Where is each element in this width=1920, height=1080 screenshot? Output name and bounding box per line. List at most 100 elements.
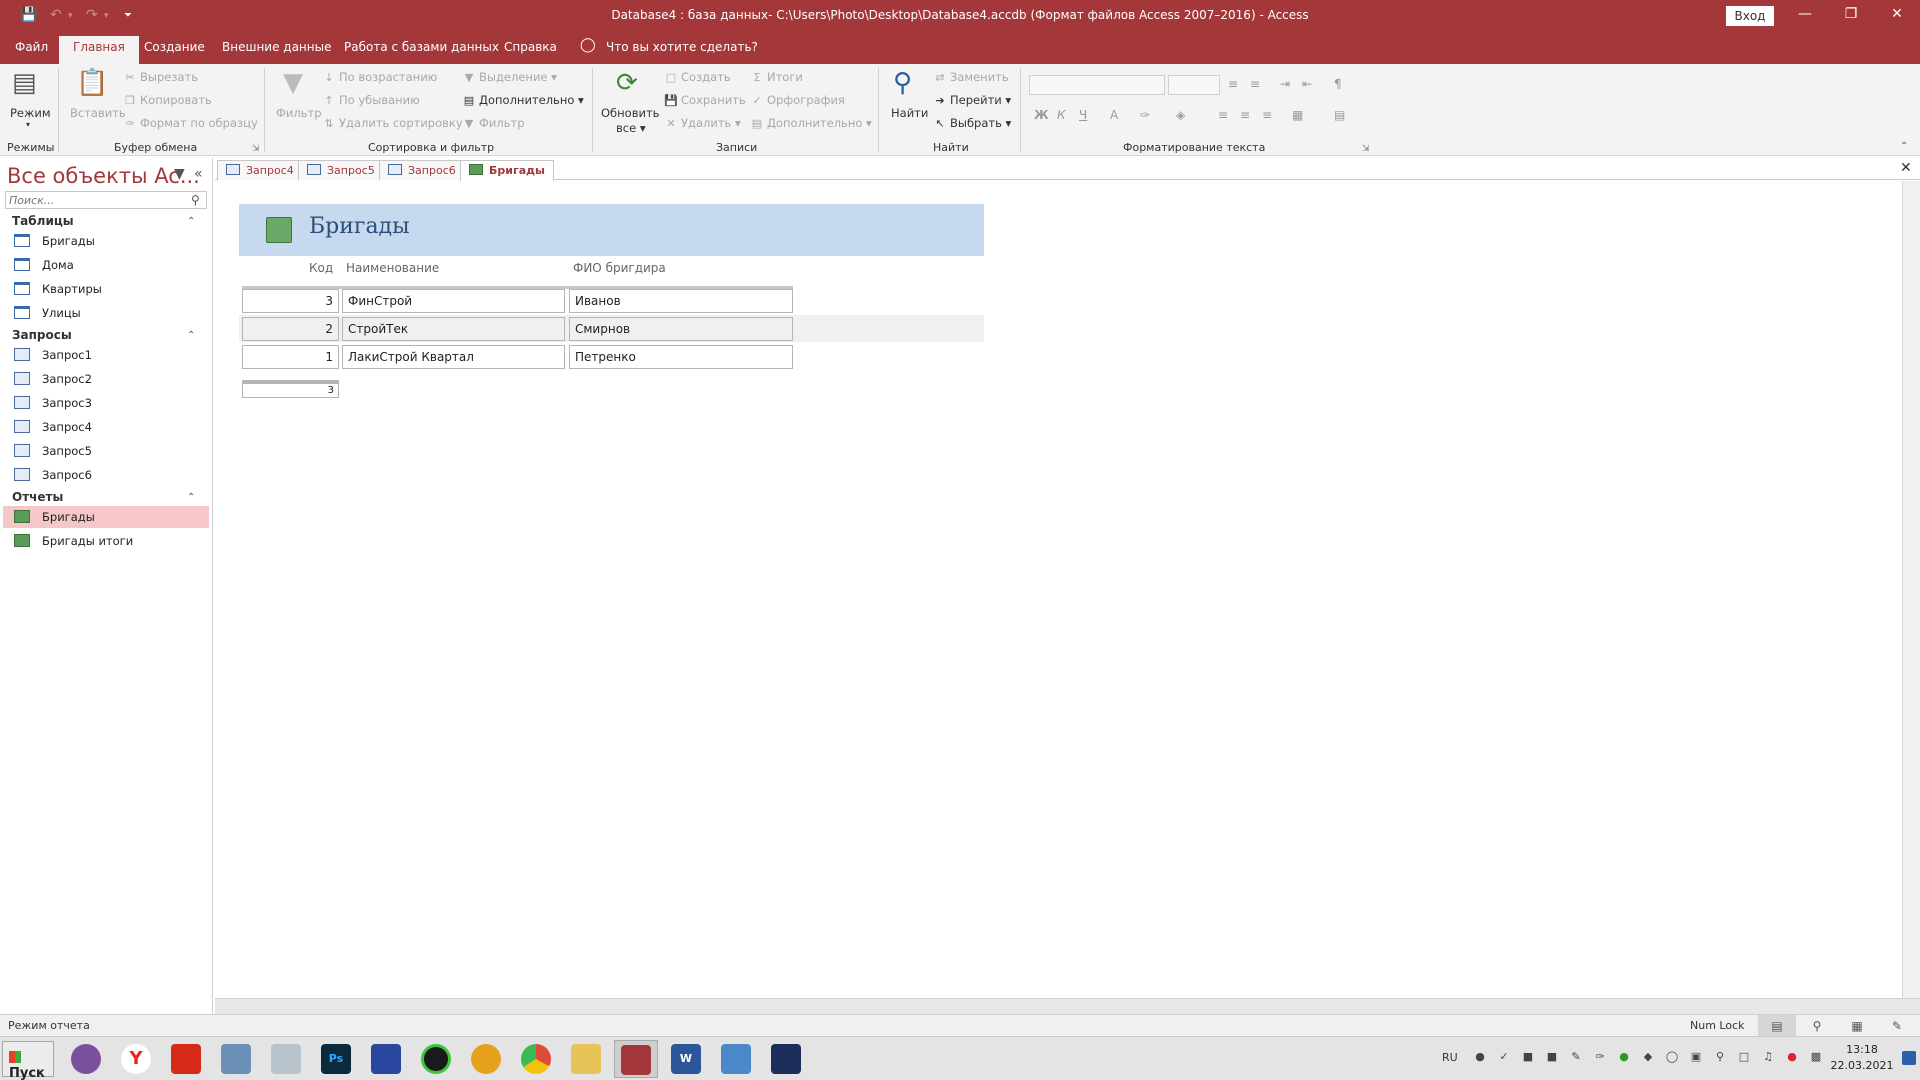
tray-browser-icon[interactable]: ●	[1472, 1050, 1488, 1066]
tab-database-tools[interactable]: Работа с базами данных	[344, 40, 499, 54]
remove-sort-button[interactable]: ⇅ Удалить сортировку	[322, 116, 462, 130]
chevron-up-icon[interactable]: ⌃	[187, 492, 195, 503]
access-icon[interactable]	[614, 1040, 658, 1078]
minimize-button[interactable]: —	[1782, 6, 1828, 22]
tray-network-icon[interactable]: ▩	[1808, 1050, 1824, 1066]
toggle-filter-button[interactable]: ▼ Фильтр	[462, 116, 525, 130]
sort-descending-button[interactable]: ↑ По убыванию	[322, 93, 419, 107]
nav-item-query5[interactable]: Запрос5	[3, 440, 209, 462]
font-size-select[interactable]	[1168, 75, 1220, 95]
tray-app-icon[interactable]: ■	[1520, 1050, 1536, 1066]
nav-menu-dropdown-icon[interactable]: ▼	[174, 166, 185, 182]
more-records-button[interactable]: ▤ Дополнительно ▾	[750, 116, 872, 130]
find-icon[interactable]: ⚲	[893, 68, 912, 98]
nav-group-queries[interactable]: Запросы	[12, 328, 72, 342]
copy-button[interactable]: ❐ Копировать	[123, 93, 212, 107]
filter-icon[interactable]: ▼	[283, 68, 303, 98]
tray-pen-icon[interactable]: ✑	[1592, 1050, 1608, 1066]
paste-icon[interactable]: 📋	[76, 68, 108, 98]
nav-group-tables[interactable]: Таблицы	[12, 214, 74, 228]
tray-volume-icon[interactable]: ♫	[1760, 1050, 1776, 1066]
tab-help[interactable]: Справка	[504, 40, 557, 54]
replace-button[interactable]: ⇄ Заменить	[933, 70, 1008, 84]
italic-button[interactable]: К	[1057, 108, 1066, 122]
paragraph-direction-icon[interactable]: ¶	[1334, 77, 1342, 91]
tray-save-icon[interactable]: ■	[1544, 1050, 1560, 1066]
tell-me-input[interactable]: Что вы хотите сделать?	[606, 40, 758, 54]
view-mode-dropdown-icon[interactable]: ▾	[26, 120, 30, 129]
selection-button[interactable]: ▼ Выделение ▾	[462, 70, 557, 84]
gridlines-icon[interactable]: ▦	[1292, 108, 1303, 122]
numbering-icon[interactable]: ≡	[1250, 77, 1260, 91]
language-indicator[interactable]: RU	[1442, 1051, 1458, 1064]
tray-check-icon[interactable]: ✓	[1496, 1050, 1512, 1066]
find-button[interactable]: Найти	[891, 106, 928, 120]
start-button[interactable]: Пуск	[2, 1041, 54, 1080]
photoshop-icon[interactable]: Ps	[314, 1040, 358, 1078]
paint-icon[interactable]	[714, 1040, 758, 1078]
select-button[interactable]: ↖ Выбрать ▾	[933, 116, 1011, 130]
nav-item-query6[interactable]: Запрос6	[3, 464, 209, 486]
doc-tab-query5[interactable]: Запрос5	[298, 160, 384, 180]
view-mode-icon[interactable]: ▤	[12, 68, 37, 98]
collapse-ribbon-icon[interactable]: ⌃	[1900, 141, 1908, 152]
floppy-app-icon[interactable]	[364, 1040, 408, 1078]
chevron-up-icon[interactable]: ⌃	[187, 216, 195, 227]
nav-group-reports[interactable]: Отчеты	[12, 490, 63, 504]
paste-button[interactable]: Вставить	[70, 106, 126, 120]
bold-button[interactable]: Ж	[1034, 108, 1049, 122]
new-record-button[interactable]: □ Создать	[664, 70, 731, 84]
doc-tab-report-brigady[interactable]: Бригады	[460, 160, 554, 181]
tray-search-icon[interactable]: ⚲	[1712, 1050, 1728, 1066]
nav-item-table-brigady[interactable]: Бригады	[3, 230, 209, 252]
horizontal-scrollbar[interactable]	[215, 998, 1920, 1014]
nav-pane-title[interactable]: Все объекты Ac...	[7, 164, 200, 188]
chrome-icon[interactable]	[514, 1040, 558, 1078]
green-app-icon[interactable]	[414, 1040, 458, 1078]
tab-create[interactable]: Создание	[144, 40, 205, 54]
tab-home[interactable]: Главная	[59, 36, 139, 64]
tray-green-icon[interactable]: ●	[1616, 1050, 1632, 1066]
doc-tab-query6[interactable]: Запрос6	[379, 160, 465, 180]
restore-button[interactable]: ❐	[1828, 6, 1874, 22]
close-window-button[interactable]: ✕	[1874, 6, 1920, 22]
tray-browser2-icon[interactable]: ●	[1784, 1050, 1800, 1066]
tray-wifi-icon[interactable]: ◆	[1640, 1050, 1656, 1066]
notification-icon[interactable]	[1902, 1051, 1916, 1065]
file-explorer-icon[interactable]	[564, 1040, 608, 1078]
view-mode-button[interactable]: Режим	[10, 106, 51, 120]
nav-item-query1[interactable]: Запрос1	[3, 344, 209, 366]
nav-item-table-doma[interactable]: Дома	[3, 254, 209, 276]
layout-view-icon[interactable]: ▦	[1838, 1015, 1876, 1037]
refresh-all-label-2[interactable]: все ▾	[616, 121, 646, 135]
font-name-select[interactable]	[1029, 75, 1165, 95]
vertical-scrollbar[interactable]	[1902, 181, 1920, 998]
doc-tab-query4[interactable]: Запрос4	[217, 160, 303, 180]
tray-display-icon[interactable]: ▣	[1688, 1050, 1704, 1066]
report-view-icon[interactable]: ▤	[1758, 1015, 1796, 1037]
print-preview-icon[interactable]: ⚲	[1798, 1015, 1836, 1037]
format-painter-button[interactable]: ✑ Формат по образцу	[123, 116, 257, 130]
alternate-row-color-icon[interactable]: ▤	[1334, 108, 1345, 122]
advanced-filter-button[interactable]: ▤ Дополнительно ▾	[462, 93, 584, 107]
fill-color-icon[interactable]: ◈	[1176, 108, 1185, 122]
viber-icon[interactable]	[64, 1040, 108, 1078]
goto-button[interactable]: ➔ Перейти ▾	[933, 93, 1011, 107]
highlight-icon[interactable]: ✑	[1140, 108, 1150, 122]
refresh-all-button[interactable]: Обновить	[601, 106, 659, 120]
system-clock[interactable]: 13:18 22.03.2021	[1830, 1042, 1894, 1074]
triangle-app-icon[interactable]	[464, 1040, 508, 1078]
nav-search-input[interactable]	[5, 191, 207, 209]
jar-app-icon[interactable]	[264, 1040, 308, 1078]
font-color-button[interactable]: А	[1110, 108, 1118, 122]
spelling-button[interactable]: ✓ Орфография	[750, 93, 844, 107]
close-document-icon[interactable]: ✕	[1900, 160, 1912, 176]
nav-item-query3[interactable]: Запрос3	[3, 392, 209, 414]
cut-button[interactable]: ✂ Вырезать	[123, 70, 198, 84]
delete-record-button[interactable]: ✕ Удалить ▾	[664, 116, 740, 130]
design-view-icon[interactable]: ✎	[1878, 1015, 1916, 1037]
filter-button[interactable]: Фильтр	[276, 106, 322, 120]
decrease-indent-icon[interactable]: ⇤	[1302, 77, 1312, 91]
bullets-icon[interactable]: ≡	[1228, 77, 1238, 91]
tab-file[interactable]: Файл	[15, 40, 48, 54]
